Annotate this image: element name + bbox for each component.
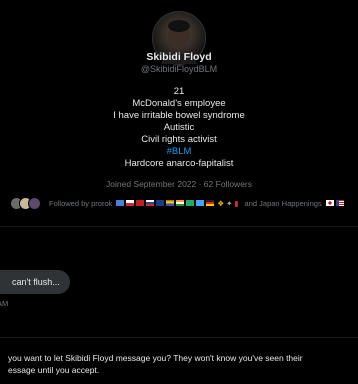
- ribbon-icon: ❖: [217, 198, 225, 208]
- followed-by-row[interactable]: Followed by prorok ❖ ✦ ▮ and Japan Happe…: [10, 195, 350, 211]
- profile-handle: @SkibidiFloydBLM: [140, 64, 218, 74]
- message-bubble[interactable]: can't flush...: [0, 270, 70, 294]
- bio-line: Hardcore anarco-fapitalist: [124, 158, 234, 169]
- bio-line: I have irritable bowel syndrome: [113, 110, 245, 121]
- message-request-notice: you want to let Skibidi Floyd message yo…: [8, 352, 353, 376]
- dm-conversation-panel: Skibidi Floyd @SkibidiFloydBLM 21 McDona…: [0, 0, 358, 384]
- figure-icon: ▮: [234, 198, 239, 208]
- request-text-line: you want to let Skibidi Floyd message yo…: [8, 353, 303, 363]
- emoji-flags-end: [325, 200, 345, 206]
- followed-by-prefix: Followed by prorok: [49, 198, 113, 208]
- hashtag-link[interactable]: #BLM: [0, 146, 358, 158]
- message-timestamp: AM: [0, 299, 9, 308]
- profile-name[interactable]: Skibidi Floyd: [0, 51, 358, 63]
- bio-line: Civil rights activist: [141, 134, 217, 145]
- bio-line: 21: [173, 86, 185, 97]
- divider: [0, 226, 358, 227]
- followed-by-suffix: and Japan Happenings: [244, 198, 322, 208]
- bio-line: McDonald’s employee: [132, 98, 226, 109]
- emoji-flags: ❖ ✦ ▮: [115, 199, 240, 208]
- profile-bio: 21 McDonald’s employee I have irritable …: [0, 86, 358, 170]
- request-text-line: essage until you accept.: [8, 365, 100, 375]
- sparkle-icon: ✦: [226, 198, 233, 208]
- bio-line: Autistic: [163, 122, 195, 133]
- follower-avatar: [28, 196, 41, 210]
- divider: [0, 337, 358, 338]
- profile-joined-followers[interactable]: Joined September 2022 · 62 Followers: [0, 179, 358, 189]
